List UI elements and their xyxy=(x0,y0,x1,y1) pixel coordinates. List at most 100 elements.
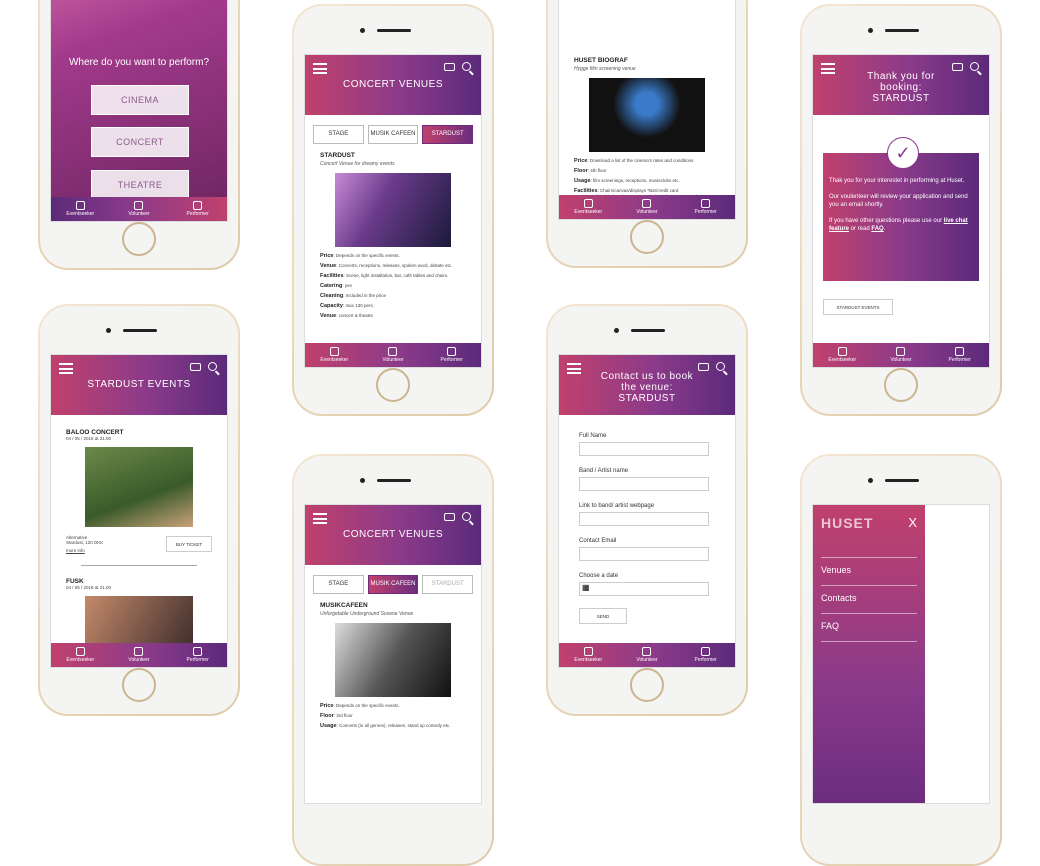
cinema-button[interactable]: CINEMA xyxy=(91,85,189,115)
search-icon[interactable] xyxy=(462,512,471,521)
phone-thank-you: Thank you for booking: STARDUST ✓ Thak you… xyxy=(800,4,1002,416)
side-menu: HUSET X Venues Contacts FAQ xyxy=(813,505,925,803)
chat-icon[interactable] xyxy=(444,513,455,521)
send-button[interactable]: SEND xyxy=(579,608,627,624)
venue-property: Capacity: max 130 pers. xyxy=(320,303,374,309)
nav-volunteer[interactable]: Volunteer xyxy=(114,647,164,663)
home-button xyxy=(630,220,664,254)
venue-photo xyxy=(335,623,451,697)
venue-property: Price: Depends on the specific events. xyxy=(320,253,400,259)
nav-eventseeker[interactable]: Eventseeker xyxy=(563,647,613,663)
tab-stage[interactable]: STAGE xyxy=(313,575,364,594)
nav-performer[interactable]: Performer xyxy=(935,347,985,363)
hamburger-menu-icon[interactable] xyxy=(313,513,327,524)
buy-ticket-button[interactable]: BUY TICKET xyxy=(166,536,212,552)
nav-eventseeker[interactable]: Eventseeker xyxy=(563,199,613,215)
page-title: CONCERT VENUES xyxy=(343,529,443,540)
nav-performer[interactable]: Performer xyxy=(173,201,223,217)
screen-performer: Where do you want to perform? CINEMA CON… xyxy=(50,0,228,222)
faq-link[interactable]: FAQ xyxy=(871,226,883,232)
close-icon[interactable]: X xyxy=(908,515,917,530)
webpage-input[interactable] xyxy=(579,512,709,526)
handshake-icon xyxy=(388,347,398,356)
search-icon[interactable] xyxy=(462,62,471,71)
venue-subtitle: Concert Venue for dreamy events xyxy=(320,161,395,167)
chat-icon[interactable] xyxy=(952,63,963,71)
nav-eventseeker[interactable]: Eventseeker xyxy=(55,201,105,217)
page-title: CONCERT VENUES xyxy=(343,79,443,90)
handshake-icon xyxy=(642,199,652,208)
venue-property: Usage: film screenings, receptions, movi… xyxy=(574,178,680,184)
microphone-icon xyxy=(701,199,711,208)
search-icon[interactable] xyxy=(970,62,979,71)
nav-volunteer[interactable]: Volunteer xyxy=(622,647,672,663)
bottom-nav: Eventseeker Volunteer Performer xyxy=(813,343,989,367)
venue-property: Venue: Concerts, receptions, releases, s… xyxy=(320,263,453,269)
search-icon[interactable] xyxy=(716,362,725,371)
checkmark-icon: ✓ xyxy=(887,137,919,169)
handshake-icon xyxy=(134,201,144,210)
nav-performer[interactable]: Performer xyxy=(427,347,477,363)
chat-icon[interactable] xyxy=(698,363,709,371)
chat-icon[interactable] xyxy=(190,363,201,371)
tab-stardust[interactable]: STARDUST xyxy=(422,125,474,144)
event-photo xyxy=(85,447,193,527)
divider xyxy=(81,565,197,566)
menu-item-venues[interactable]: Venues xyxy=(821,565,851,575)
hamburger-menu-icon[interactable] xyxy=(313,63,327,74)
hamburger-menu-icon[interactable] xyxy=(59,363,73,374)
home-button xyxy=(884,368,918,402)
home-button xyxy=(630,668,664,702)
bottom-nav: Eventseeker Volunteer Performer xyxy=(305,343,481,367)
phone-side-menu: HUSET X Venues Contacts FAQ xyxy=(800,454,1002,866)
ticket-icon xyxy=(837,347,847,356)
theatre-button[interactable]: THEATRE xyxy=(91,170,189,200)
venue-property: Price: Depends on the specific events. xyxy=(320,703,400,709)
nav-volunteer[interactable]: Volunteer xyxy=(876,347,926,363)
page-title: Thank you for booking: STARDUST xyxy=(867,71,935,104)
confirmation-box: ✓ Thak you for your interestet in perfor… xyxy=(823,137,979,281)
venue-name: STARDUST xyxy=(320,152,355,159)
venue-property: Facilities: Scene, light installation, b… xyxy=(320,273,449,279)
calendar-icon[interactable]: ▦ xyxy=(582,583,590,592)
phone-contact-form: Contact us to book the venue: STARDUST Ful… xyxy=(546,304,748,716)
chat-icon[interactable] xyxy=(444,63,455,71)
venue-photo xyxy=(589,78,705,152)
home-button xyxy=(122,222,156,256)
bottom-nav: Eventseeker Volunteer Performer xyxy=(559,643,735,667)
page-title: Contact us to book the venue: STARDUST xyxy=(600,371,694,404)
handshake-icon xyxy=(642,647,652,656)
ticket-icon xyxy=(583,199,593,208)
nav-volunteer[interactable]: Volunteer xyxy=(368,347,418,363)
tab-musik-cafeen[interactable]: MUSIK CAFEEN xyxy=(367,125,419,144)
nav-performer[interactable]: Performer xyxy=(173,647,223,663)
tab-musik-cafeen[interactable]: MUSIK CAFEEN xyxy=(367,575,419,594)
nav-eventseeker[interactable]: Eventseeker xyxy=(817,347,867,363)
concert-button[interactable]: CONCERT xyxy=(91,127,189,157)
email-input[interactable] xyxy=(579,547,709,561)
nav-eventseeker[interactable]: Eventseeker xyxy=(309,347,359,363)
microphone-icon xyxy=(193,201,203,210)
venue-property: Catering: yes xyxy=(320,283,352,289)
nav-volunteer[interactable]: Volunteer xyxy=(114,201,164,217)
venue-photo xyxy=(335,173,451,247)
header: CONCERT VENUES xyxy=(305,55,481,115)
venue-property: Floor: 4th floor xyxy=(574,168,607,174)
more-info-link[interactable]: more info xyxy=(66,548,103,553)
nav-performer[interactable]: Performer xyxy=(681,199,731,215)
stardust-events-button[interactable]: STARDUST EVENTS xyxy=(823,299,893,315)
nav-eventseeker[interactable]: Eventseeker xyxy=(55,647,105,663)
tab-stardust[interactable]: STARDUST xyxy=(422,575,474,594)
search-icon[interactable] xyxy=(208,362,217,371)
tab-stage[interactable]: STAGE xyxy=(313,125,364,144)
band-name-input[interactable] xyxy=(579,477,709,491)
nav-performer[interactable]: Performer xyxy=(681,647,731,663)
bottom-nav: Eventseeker Volunteer Performer xyxy=(51,197,227,221)
nav-volunteer[interactable]: Volunteer xyxy=(622,199,672,215)
ticket-icon xyxy=(329,347,339,356)
phone-musikcafeen: CONCERT VENUES STAGE MUSIK CAFEEN STARDU… xyxy=(292,454,494,866)
menu-item-faq[interactable]: FAQ xyxy=(821,621,839,631)
full-name-input[interactable] xyxy=(579,442,709,456)
date-input[interactable]: ▦ xyxy=(579,582,709,596)
menu-item-contacts[interactable]: Contacts xyxy=(821,593,857,603)
